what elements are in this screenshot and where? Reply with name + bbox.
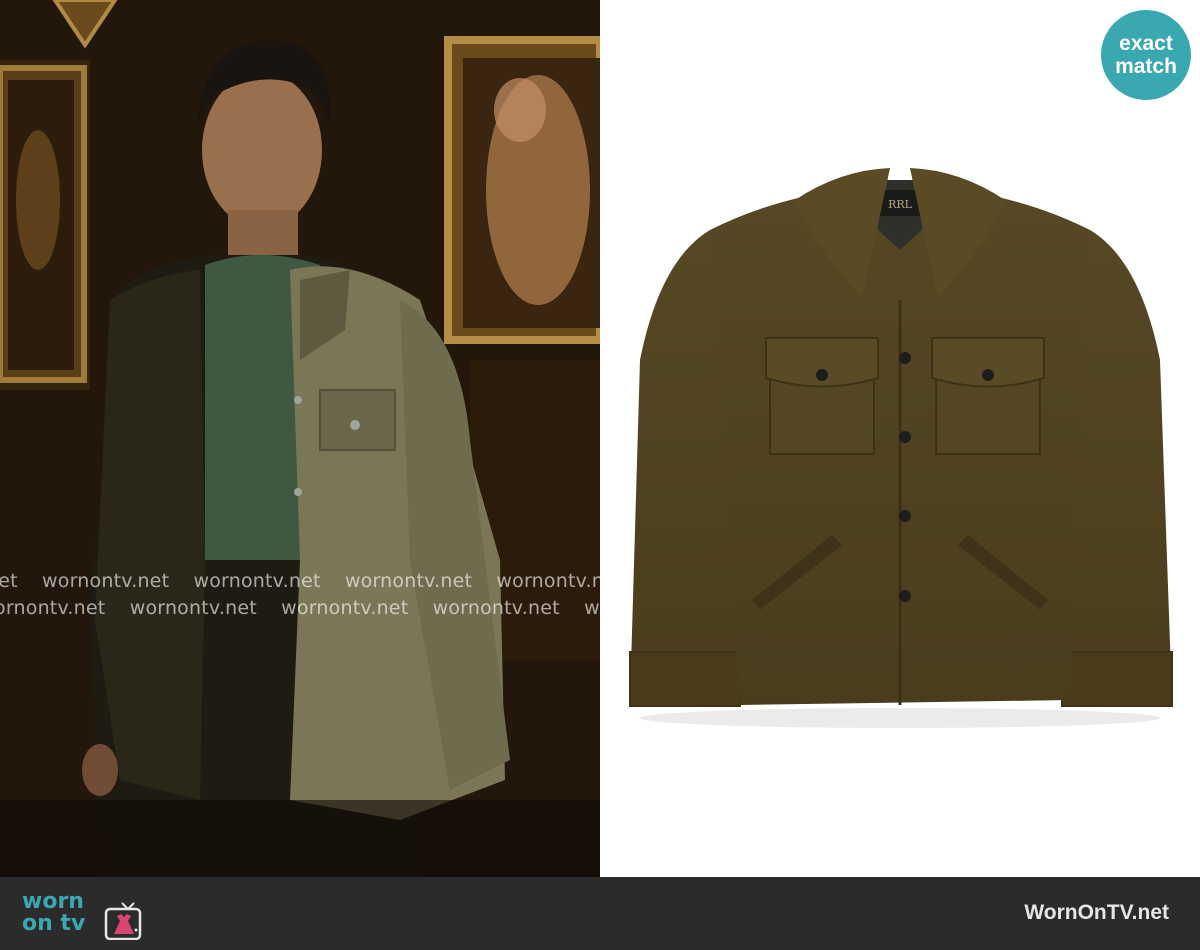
image-stage: net wornontv.net wornontv.net wornontv.n… bbox=[0, 0, 1200, 877]
badge-line: match bbox=[1115, 55, 1177, 78]
site-name[interactable]: WornOnTV.net bbox=[1024, 901, 1169, 925]
scene-photo: net wornontv.net wornontv.net wornontv.n… bbox=[0, 0, 600, 877]
exact-match-badge: exact match bbox=[1101, 10, 1191, 100]
jacket-illustration: RRL bbox=[629, 168, 1173, 728]
scene-illustration bbox=[0, 0, 600, 877]
dress-tv-icon bbox=[104, 902, 142, 940]
wornontv-logo[interactable]: worn on tv bbox=[22, 890, 152, 940]
product-photo: RRL bbox=[600, 0, 1200, 877]
footer-bar: worn on tv WornOnTV.net bbox=[0, 877, 1200, 950]
logo-word: on tv bbox=[22, 911, 86, 936]
badge-line: exact bbox=[1119, 32, 1173, 55]
svg-text:RRL: RRL bbox=[888, 198, 913, 211]
